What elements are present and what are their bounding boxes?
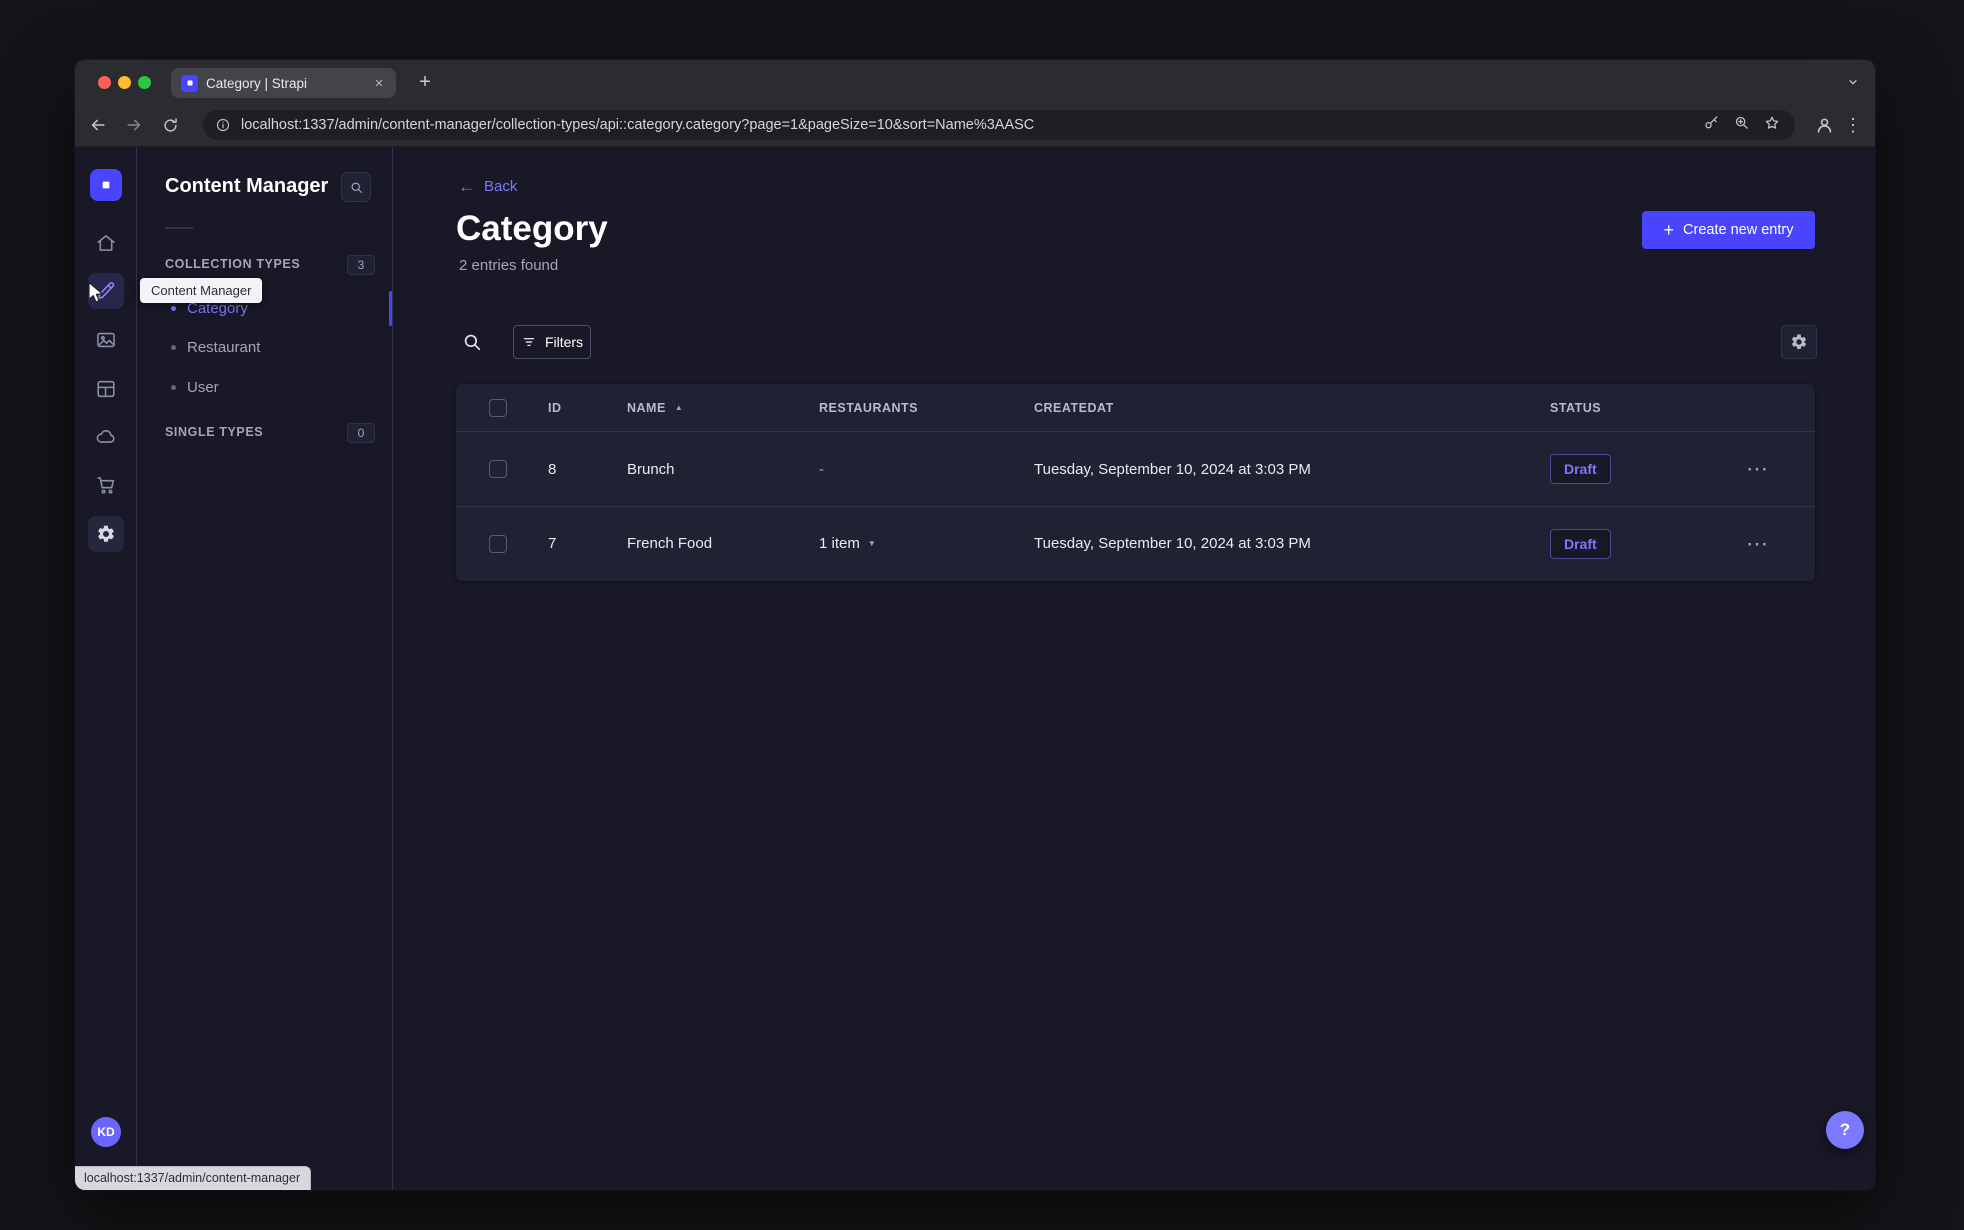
help-button[interactable]: ? <box>1826 1111 1864 1149</box>
back-icon[interactable] <box>86 113 110 137</box>
minimize-window-button[interactable] <box>118 76 131 89</box>
tab-search-chevron-icon[interactable] <box>1845 74 1861 95</box>
sort-asc-icon: ▲ <box>674 403 684 412</box>
view-settings-button[interactable] <box>1781 325 1817 359</box>
strapi-favicon-icon <box>181 74 198 92</box>
reload-icon[interactable] <box>158 113 182 137</box>
status-badge: Draft <box>1550 528 1611 559</box>
address-bar[interactable]: localhost:1337/admin/content-manager/col… <box>203 110 1795 140</box>
nav-tooltip: Content Manager <box>140 278 263 303</box>
entries-table: ID NAME ▲ RESTAURANTS CREATEDAT STATUS 8… <box>456 384 1815 581</box>
active-item-indicator <box>389 291 392 326</box>
bookmark-star-icon[interactable] <box>1763 114 1781 137</box>
new-tab-button[interactable]: + <box>413 70 437 94</box>
table-header-row: ID NAME ▲ RESTAURANTS CREATEDAT STATUS <box>456 384 1815 432</box>
zoom-icon[interactable] <box>1733 114 1750 136</box>
back-arrow-icon: ← <box>458 177 475 196</box>
close-window-button[interactable] <box>98 76 111 89</box>
cell-restaurants-expand[interactable]: 1 item ▼ <box>819 535 1034 552</box>
user-avatar[interactable]: KD <box>91 1117 121 1147</box>
single-types-label: SINGLE TYPES <box>165 425 264 439</box>
tab-title: Category | Strapi <box>206 75 308 91</box>
nav-content-type-builder-icon[interactable] <box>88 371 124 407</box>
strapi-app: KD Content Manager COLLECTION TYPES 3 Ca… <box>75 147 1875 1190</box>
strapi-logo[interactable] <box>90 169 122 201</box>
cell-id: 8 <box>548 460 557 478</box>
collection-types-label: COLLECTION TYPES <box>165 257 301 271</box>
row-checkbox[interactable] <box>489 460 507 478</box>
row-actions-icon[interactable]: ⋯ <box>1746 456 1768 481</box>
main-nav-rail: KD <box>75 147 137 1190</box>
page-title: Category <box>456 209 608 248</box>
sidebar-divider <box>165 227 193 229</box>
create-button-label: Create new entry <box>1683 222 1794 238</box>
sidebar-search-button[interactable] <box>341 172 371 202</box>
create-new-entry-button[interactable]: + Create new entry <box>1642 211 1815 249</box>
browser-profile-icon[interactable] <box>1814 115 1835 136</box>
sidebar-item-restaurant[interactable]: Restaurant <box>137 329 392 365</box>
back-link[interactable]: ← Back <box>458 178 517 195</box>
cell-createdat: Tuesday, September 10, 2024 at 3:03 PM <box>1034 460 1311 478</box>
sidebar-item-label: Restaurant <box>187 338 261 356</box>
bullet-icon <box>171 384 176 390</box>
header-restaurants: RESTAURANTS <box>819 400 919 415</box>
status-badge: Draft <box>1550 454 1611 484</box>
entries-count: 2 entries found <box>459 257 559 274</box>
bullet-icon <box>171 344 176 350</box>
restaurants-count-label: 1 item <box>819 535 860 552</box>
browser-menu-icon[interactable]: ⋮ <box>1843 115 1863 136</box>
browser-toolbar: localhost:1337/admin/content-manager/col… <box>75 104 1875 147</box>
forward-icon[interactable] <box>122 113 146 137</box>
header-id: ID <box>548 400 562 415</box>
mouse-cursor <box>87 281 105 310</box>
row-checkbox[interactable] <box>489 534 507 553</box>
select-all-checkbox[interactable] <box>489 398 507 417</box>
cell-name: Brunch <box>627 460 675 478</box>
nav-deploy-cloud-icon[interactable] <box>88 418 124 454</box>
header-createdat: CREATEDAT <box>1034 400 1114 415</box>
bullet-icon <box>171 305 176 311</box>
header-name-sort[interactable]: NAME ▲ <box>627 401 819 415</box>
header-name-label: NAME <box>627 400 666 415</box>
site-info-icon[interactable] <box>215 117 231 133</box>
nav-marketplace-icon[interactable] <box>88 467 124 503</box>
link-preview-bubble: localhost:1337/admin/content-manager <box>75 1166 312 1190</box>
password-key-icon[interactable] <box>1703 114 1720 136</box>
browser-window: Category | Strapi × + localhost:1337/adm… <box>75 60 1875 1190</box>
table-search-button[interactable] <box>460 330 484 354</box>
cell-name: French Food <box>627 535 713 552</box>
filters-button[interactable]: Filters <box>513 325 591 359</box>
cell-restaurants: - <box>819 460 824 478</box>
browser-tab-strip: Category | Strapi × + <box>75 60 1875 104</box>
table-row[interactable]: 7 French Food 1 item ▼ Tuesday, Septembe… <box>456 506 1815 580</box>
tab-close-icon[interactable]: × <box>370 74 388 92</box>
filter-icon <box>521 334 537 350</box>
row-actions-icon[interactable]: ⋯ <box>1746 531 1768 556</box>
browser-tab[interactable]: Category | Strapi × <box>171 68 396 98</box>
caret-down-icon: ▼ <box>867 539 876 548</box>
collection-types-count-badge: 3 <box>347 255 375 275</box>
sidebar-title: Content Manager <box>165 175 329 197</box>
nav-home-icon[interactable] <box>88 225 124 261</box>
sidebar-item-label: User <box>187 378 219 396</box>
main-content: ← Back Category 2 entries found + Create… <box>394 147 1875 1190</box>
single-types-count-badge: 0 <box>347 423 375 443</box>
nav-media-library-icon[interactable] <box>88 322 124 358</box>
table-row[interactable]: 8 Brunch - Tuesday, September 10, 2024 a… <box>456 432 1815 506</box>
maximize-window-button[interactable] <box>138 76 151 89</box>
back-label: Back <box>484 178 518 195</box>
cell-createdat: Tuesday, September 10, 2024 at 3:03 PM <box>1034 535 1311 552</box>
content-manager-sidebar: Content Manager COLLECTION TYPES 3 Categ… <box>137 147 393 1190</box>
url-text: localhost:1337/admin/content-manager/col… <box>241 117 1035 133</box>
header-status: STATUS <box>1550 400 1602 415</box>
filters-label: Filters <box>544 334 584 350</box>
cell-id: 7 <box>548 535 557 552</box>
nav-settings-icon[interactable] <box>88 516 124 552</box>
plus-icon: + <box>1663 219 1675 240</box>
sidebar-item-user[interactable]: User <box>137 369 392 405</box>
